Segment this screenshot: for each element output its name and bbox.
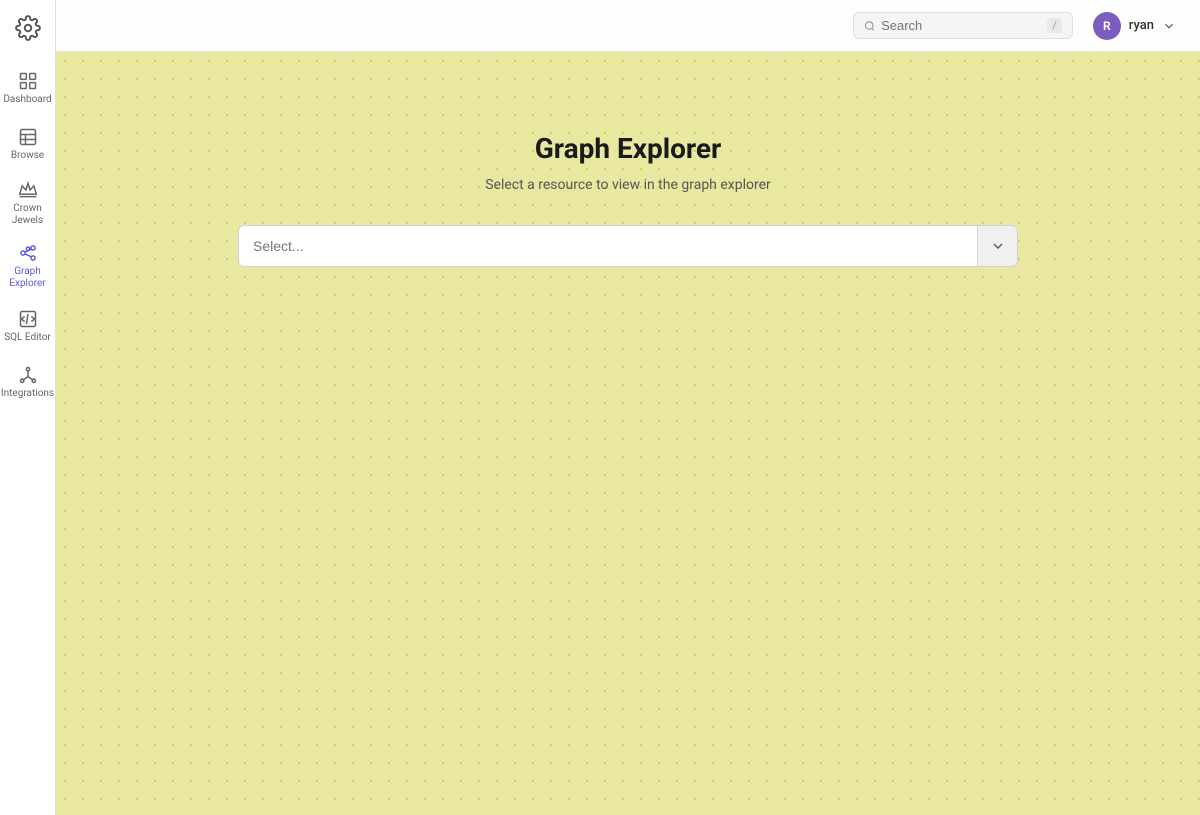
main-content: Graph Explorer Select a resource to view… bbox=[56, 52, 1200, 815]
user-menu[interactable]: R ryan bbox=[1085, 8, 1184, 44]
search-icon bbox=[864, 19, 875, 33]
sidebar-item-label: Graph Explorer bbox=[9, 266, 45, 290]
chevron-down-icon bbox=[990, 238, 1006, 254]
page-title: Graph Explorer bbox=[535, 132, 722, 165]
search-bar[interactable]: / bbox=[853, 12, 1073, 39]
sidebar-item-label: Crown Jewels bbox=[12, 203, 43, 227]
graph-icon bbox=[18, 243, 38, 263]
sidebar: Dashboard Browse Crown Jewels Graph E bbox=[0, 0, 56, 815]
sidebar-item-label: Integrations bbox=[1, 388, 54, 399]
crown-icon bbox=[18, 180, 38, 200]
sidebar-item-integrations[interactable]: Integrations bbox=[0, 354, 55, 410]
chevron-down-icon bbox=[1162, 19, 1176, 33]
resource-selector[interactable] bbox=[238, 225, 1018, 267]
gear-icon bbox=[15, 15, 41, 41]
search-input[interactable] bbox=[881, 18, 1041, 33]
resource-select-dropdown-button[interactable] bbox=[977, 226, 1017, 266]
sidebar-item-dashboard[interactable]: Dashboard bbox=[0, 60, 55, 116]
user-name: ryan bbox=[1129, 18, 1154, 33]
sql-editor-icon bbox=[18, 309, 38, 329]
sidebar-item-browse[interactable]: Browse bbox=[0, 116, 55, 172]
page-subtitle: Select a resource to view in the graph e… bbox=[485, 177, 771, 193]
sidebar-item-label: SQL Editor bbox=[4, 332, 51, 343]
sidebar-item-graph-explorer[interactable]: Graph Explorer bbox=[0, 235, 55, 298]
integrations-icon bbox=[18, 365, 38, 385]
sidebar-item-label: Browse bbox=[11, 150, 44, 161]
sidebar-item-crown-jewels[interactable]: Crown Jewels bbox=[0, 172, 55, 235]
dashboard-icon bbox=[18, 71, 38, 91]
settings-logo[interactable] bbox=[8, 8, 48, 48]
resource-select-input[interactable] bbox=[239, 228, 977, 264]
avatar: R bbox=[1093, 12, 1121, 40]
topbar: / R ryan bbox=[56, 0, 1200, 52]
sidebar-item-label: Dashboard bbox=[3, 94, 51, 105]
sidebar-item-sql-editor[interactable]: SQL Editor bbox=[0, 298, 55, 354]
browse-icon bbox=[18, 127, 38, 147]
search-shortcut: / bbox=[1047, 18, 1062, 33]
